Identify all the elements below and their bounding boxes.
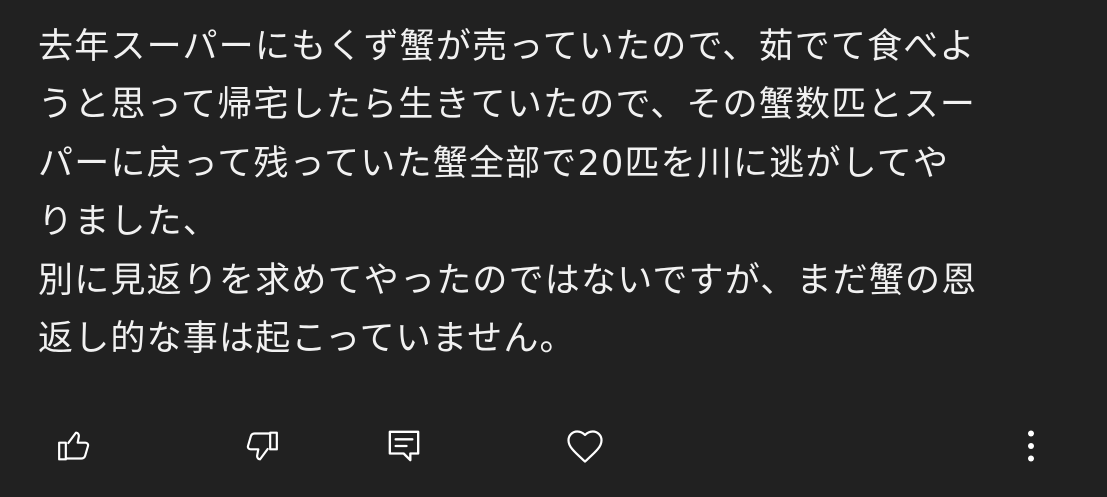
comment-text-line: 返し的な事は起こっていません。 <box>38 319 576 360</box>
reply-button[interactable] <box>376 418 432 474</box>
comment-text-line: りました、 <box>38 202 220 243</box>
comment-text-line: パーに戻って残っていた蟹全部で20匹を川に逃がしてや <box>38 143 950 184</box>
comment-body: 去年スーパーにもくず蟹が売っていたので、茹でて食べよ うと思って帰宅したら生きて… <box>38 18 1078 368</box>
comment-action-bar <box>0 418 1107 474</box>
like-button[interactable] <box>47 418 103 474</box>
reply-comment-icon <box>388 430 420 462</box>
dislike-button[interactable] <box>233 418 289 474</box>
heart-icon <box>567 430 603 463</box>
thumbs-up-icon <box>58 431 90 461</box>
thumbs-down-icon <box>246 431 278 461</box>
comment-text-line: 去年スーパーにもくず蟹が売っていたので、茹でて食べよ <box>38 27 976 67</box>
comment-text-line: うと思って帰宅したら生きていたので、その蟹数匹とスー <box>38 85 977 126</box>
more-vertical-icon <box>1028 430 1034 462</box>
more-options-button[interactable] <box>1003 418 1059 474</box>
comment-text-line: 別に見返りを求めてやったのではないですが、まだ蟹の恩 <box>38 260 978 301</box>
heart-button[interactable] <box>557 418 613 474</box>
